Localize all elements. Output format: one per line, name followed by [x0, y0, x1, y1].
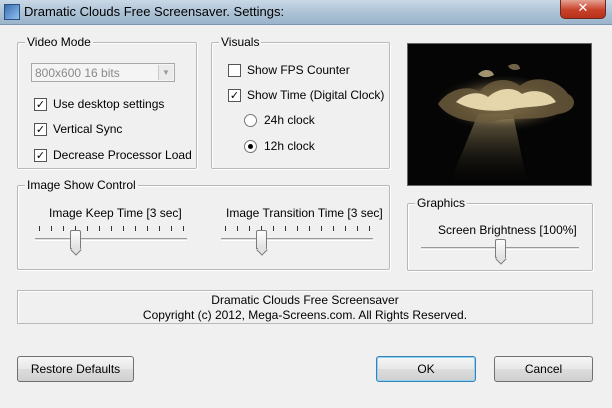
slider-track	[35, 238, 187, 241]
restore-defaults-button[interactable]: Restore Defaults	[17, 356, 134, 382]
slider-tick	[297, 226, 298, 231]
slider-tick	[171, 226, 172, 231]
chevron-down-icon[interactable]: ▼	[158, 65, 173, 80]
slider-tick	[99, 226, 100, 231]
slider-tick	[333, 226, 334, 231]
checkbox-checked-icon[interactable]: ✓	[34, 148, 47, 162]
image-transition-time-slider[interactable]	[221, 224, 373, 252]
title-bar: Dramatic Clouds Free Screensaver. Settin…	[0, 0, 612, 25]
radio-selected-icon[interactable]	[244, 139, 257, 153]
slider-tick	[39, 226, 40, 231]
slider-tick	[111, 226, 112, 231]
decrease-processor-load-checkbox[interactable]: ✓ Decrease Processor Load	[34, 147, 192, 163]
cancel-button[interactable]: Cancel	[494, 356, 593, 382]
slider-tick	[225, 226, 226, 231]
checkbox-checked-icon[interactable]: ✓	[228, 88, 241, 102]
slider-tick	[237, 226, 238, 231]
app-icon	[4, 4, 20, 20]
ok-button[interactable]: OK	[376, 356, 476, 382]
slider-tick	[123, 226, 124, 231]
clouds-preview-svg	[408, 44, 591, 185]
vertical-sync-checkbox[interactable]: ✓ Vertical Sync	[34, 121, 122, 137]
resolution-dropdown[interactable]: 800x600 16 bits ▼	[31, 63, 175, 82]
image-show-control-group-label: Image Show Control	[25, 178, 138, 192]
vertical-sync-label: Vertical Sync	[53, 122, 123, 136]
slider-tick	[159, 226, 160, 231]
show-time-label: Show Time (Digital Clock)	[247, 88, 385, 102]
slider-tick	[147, 226, 148, 231]
slider-tick	[183, 226, 184, 231]
slider-tick	[309, 226, 310, 231]
image-keep-time-slider[interactable]	[35, 224, 187, 252]
decrease-processor-load-label: Decrease Processor Load	[53, 148, 192, 162]
clock-12h-radio[interactable]: 12h clock	[244, 138, 315, 154]
graphics-group-label: Graphics	[415, 196, 468, 210]
show-fps-counter-checkbox[interactable]: Show FPS Counter	[228, 62, 350, 78]
close-button[interactable]: ✕	[560, 0, 606, 19]
slider-tick	[369, 226, 370, 231]
image-keep-time-label: Image Keep Time [3 sec]	[49, 206, 182, 220]
slider-tick	[249, 226, 250, 231]
show-fps-counter-label: Show FPS Counter	[247, 63, 350, 77]
window-title: Dramatic Clouds Free Screensaver. Settin…	[24, 4, 285, 19]
show-time-checkbox[interactable]: ✓ Show Time (Digital Clock)	[228, 87, 384, 103]
radio-unselected-icon[interactable]	[244, 113, 257, 127]
checkbox-unchecked-icon[interactable]	[228, 63, 241, 77]
screen-brightness-slider[interactable]	[421, 233, 579, 261]
video-mode-group: Video Mode 800x600 16 bits ▼ ✓ Use deskt…	[17, 35, 197, 169]
use-desktop-settings-checkbox[interactable]: ✓ Use desktop settings	[34, 96, 164, 112]
checkbox-checked-icon[interactable]: ✓	[34, 97, 47, 111]
slider-tick	[135, 226, 136, 231]
slider-track	[221, 238, 373, 241]
visuals-group-label: Visuals	[219, 35, 262, 49]
slider-tick	[51, 226, 52, 231]
clock-24h-radio[interactable]: 24h clock	[244, 112, 315, 128]
image-transition-time-label: Image Transition Time [3 sec]	[226, 206, 383, 220]
slider-thumb[interactable]	[70, 230, 81, 249]
resolution-value: 800x600 16 bits	[35, 66, 120, 80]
slider-tick	[63, 226, 64, 231]
slider-tick	[87, 226, 88, 231]
slider-tick	[357, 226, 358, 231]
product-name-text: Dramatic Clouds Free Screensaver	[211, 293, 399, 307]
slider-thumb[interactable]	[495, 239, 506, 258]
use-desktop-settings-label: Use desktop settings	[53, 97, 165, 111]
graphics-group: Graphics Screen Brightness [100%]	[407, 196, 593, 271]
slider-thumb[interactable]	[256, 230, 267, 249]
screensaver-preview-image	[407, 43, 592, 186]
video-mode-group-label: Video Mode	[25, 35, 93, 49]
dialog-body: Video Mode 800x600 16 bits ▼ ✓ Use deskt…	[0, 25, 612, 408]
image-show-control-group: Image Show Control Image Keep Time [3 se…	[17, 178, 390, 270]
copyright-text: Copyright (c) 2012, Mega-Screens.com. Al…	[142, 308, 468, 322]
clock-24h-label: 24h clock	[264, 113, 315, 127]
about-info-box: Dramatic Clouds Free Screensaver Copyrig…	[17, 290, 593, 324]
clock-12h-label: 12h clock	[264, 139, 315, 153]
visuals-group: Visuals Show FPS Counter ✓ Show Time (Di…	[211, 35, 390, 169]
slider-tick	[273, 226, 274, 231]
slider-tick	[321, 226, 322, 231]
slider-tick	[285, 226, 286, 231]
slider-tick	[345, 226, 346, 231]
checkbox-checked-icon[interactable]: ✓	[34, 122, 47, 136]
